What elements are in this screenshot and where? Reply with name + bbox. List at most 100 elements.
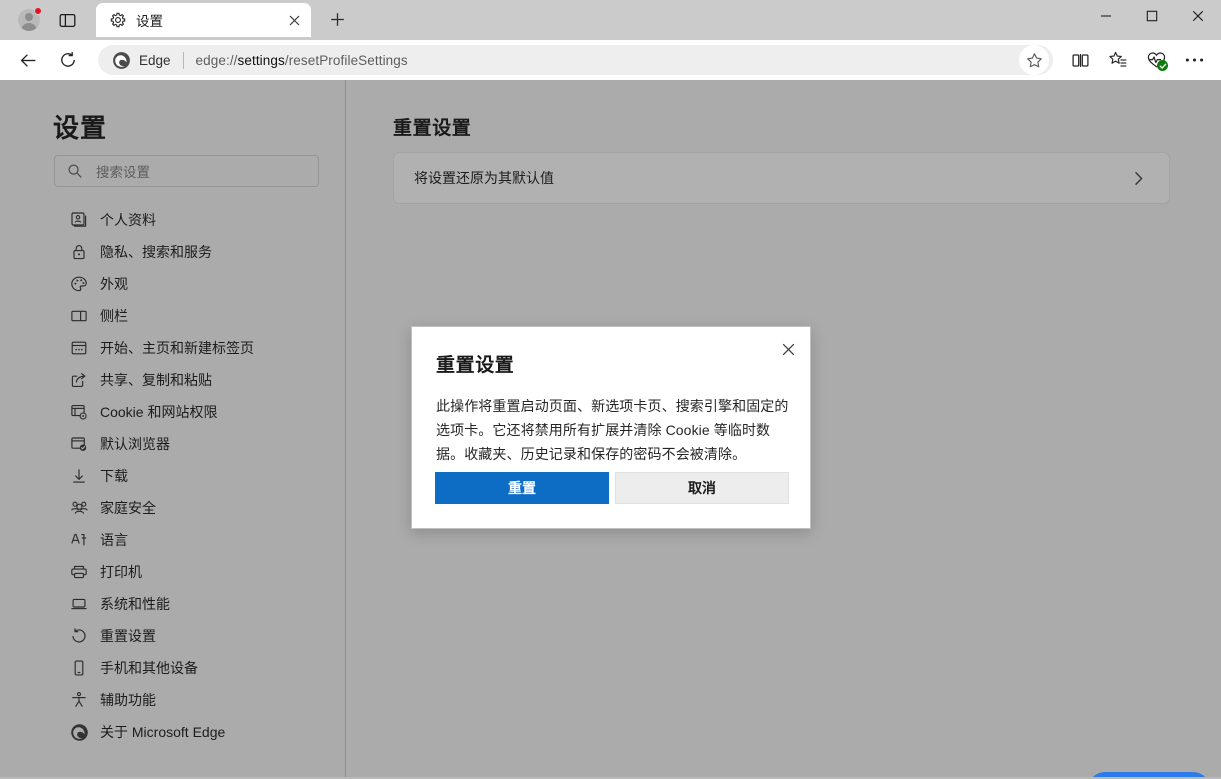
back-button[interactable] (11, 43, 45, 77)
restore-defaults-label: 将设置还原为其默认值 (414, 170, 554, 186)
cookie-permissions-icon (69, 402, 89, 422)
split-screen-icon (1071, 51, 1090, 70)
sidebar-item-label: 辅助功能 (100, 692, 156, 708)
chevron-right-icon (1127, 167, 1149, 189)
sidebar-item-label: 语言 (100, 532, 128, 548)
minimize-button[interactable] (1083, 0, 1129, 32)
sidebar-panel-icon (69, 306, 89, 326)
default-browser-icon (69, 434, 89, 454)
dialog-title: 重置设置 (436, 355, 515, 376)
omnibox-brand-label: Edge (139, 52, 171, 68)
sidebar-item-label: 开始、主页和新建标签页 (100, 340, 254, 356)
address-bar[interactable]: Edge edge://settings/resetProfileSetting… (98, 45, 1053, 75)
sidebar-title: 设置 (53, 113, 108, 143)
sidebar-nav: 个人资料 隐私、搜索和服务 外观 侧栏 开始、主页和新建标签页 共享、复制和粘贴… (0, 204, 345, 748)
sidebar-item-label: 手机和其他设备 (100, 660, 198, 676)
gear-icon (110, 12, 126, 28)
address-input[interactable]: edge://settings/resetProfileSettings (196, 53, 1015, 68)
sidebar-item-label: 个人资料 (100, 212, 156, 228)
refresh-button[interactable] (51, 43, 85, 77)
close-button[interactable] (1175, 0, 1221, 32)
settings-sidebar: 设置 搜索设置 个人资料 隐私、搜索和服务 外观 侧栏 开始、主页和新建标签页 … (0, 80, 345, 779)
sidebar-item-start-home-newtab[interactable]: 开始、主页和新建标签页 (0, 332, 345, 364)
dialog-close-button[interactable] (774, 335, 802, 363)
lock-icon (69, 242, 89, 262)
profile-card-icon (69, 210, 89, 230)
sidebar-item-languages[interactable]: 语言 (0, 524, 345, 556)
search-icon (67, 163, 83, 179)
sidebar-item-accessibility[interactable]: 辅助功能 (0, 684, 345, 716)
sidebar-item-privacy[interactable]: 隐私、搜索和服务 (0, 236, 345, 268)
favorites-button[interactable] (1101, 43, 1135, 77)
omnibox-brand: Edge (112, 51, 171, 70)
title-bar: 设置 (0, 0, 1221, 40)
sidebar-item-label: 系统和性能 (100, 596, 170, 612)
sidebar-item-cookies-permissions[interactable]: Cookie 和网站权限 (0, 396, 345, 428)
sidebar-item-label: 隐私、搜索和服务 (100, 244, 212, 260)
sidebar-item-downloads[interactable]: 下载 (0, 460, 345, 492)
sidebar-item-system-performance[interactable]: 系统和性能 (0, 588, 345, 620)
url-host: settings (237, 52, 285, 68)
browser-essentials-button[interactable] (1139, 43, 1173, 77)
red-dot-badge (34, 7, 42, 15)
sidebar-item-printers[interactable]: 打印机 (0, 556, 345, 588)
sidebar-item-label: 打印机 (100, 564, 142, 580)
sidebar-item-label: 重置设置 (100, 628, 156, 644)
tab-settings[interactable]: 设置 (96, 3, 311, 37)
sidebar-item-about-edge[interactable]: 关于 Microsoft Edge (0, 716, 345, 748)
sidebar-item-appearance[interactable]: 外观 (0, 268, 345, 300)
sidebar-item-label: 默认浏览器 (100, 436, 170, 452)
window-dots-icon (69, 338, 89, 358)
sidebar-item-family-safety[interactable]: 家庭安全 (0, 492, 345, 524)
sidebar-item-phone-devices[interactable]: 手机和其他设备 (0, 652, 345, 684)
avatar (14, 5, 44, 35)
add-favorite-button[interactable] (1019, 45, 1049, 75)
tab-strip-left: 设置 (0, 0, 353, 40)
reset-button[interactable]: 重置 (435, 472, 609, 504)
edge-logo-icon (112, 51, 131, 70)
share-icon (69, 370, 89, 390)
tab-actions-button[interactable] (50, 5, 84, 35)
page-title: 重置设置 (393, 118, 472, 139)
sidebar-item-sidebar[interactable]: 侧栏 (0, 300, 345, 332)
reset-settings-dialog: 重置设置 此操作将重置启动页面、新选项卡页、搜索引擎和固定的选项卡。它还将禁用所… (411, 326, 811, 529)
sidebar-item-label: Cookie 和网站权限 (100, 404, 218, 420)
omnibox-separator (182, 51, 184, 69)
language-icon (69, 530, 89, 550)
printer-icon (69, 562, 89, 582)
navigation-bar: Edge edge://settings/resetProfileSetting… (0, 40, 1221, 80)
tab-close-button[interactable] (283, 9, 305, 31)
sidebar-item-label: 共享、复制和粘贴 (100, 372, 212, 388)
cancel-button[interactable]: 取消 (615, 472, 789, 504)
url-path: /resetProfileSettings (284, 52, 408, 68)
edge-logo-icon (69, 722, 89, 742)
settings-and-more-icon (1185, 57, 1204, 63)
tab-title: 设置 (136, 14, 163, 29)
refresh-icon (59, 51, 77, 69)
green-check-badge (1157, 60, 1168, 71)
sidebar-item-label: 外观 (100, 276, 128, 292)
phone-icon (69, 658, 89, 678)
url-scheme: edge:// (195, 52, 238, 68)
browser-window: 设置 Edge edge://settings/resetProfileSett… (0, 0, 1221, 779)
search-settings-input[interactable]: 搜索设置 (54, 155, 319, 187)
download-icon (69, 466, 89, 486)
favorites-icon (1108, 50, 1128, 70)
sidebar-item-default-browser[interactable]: 默认浏览器 (0, 428, 345, 460)
sidebar-item-share-copy-paste[interactable]: 共享、复制和粘贴 (0, 364, 345, 396)
maximize-button[interactable] (1129, 0, 1175, 32)
sidebar-item-label: 侧栏 (100, 308, 128, 324)
family-safety-icon (69, 498, 89, 518)
reset-icon (69, 626, 89, 646)
window-controls (1083, 0, 1221, 32)
sidebar-item-reset-settings[interactable]: 重置设置 (0, 620, 345, 652)
profile-button[interactable] (12, 5, 46, 35)
search-placeholder: 搜索设置 (96, 165, 150, 180)
restore-defaults-row[interactable]: 将设置还原为其默认值 (393, 152, 1170, 204)
sidebar-item-label: 下载 (100, 468, 128, 484)
settings-and-more-button[interactable] (1177, 43, 1211, 77)
new-tab-button[interactable] (321, 3, 353, 35)
sidebar-item-profiles[interactable]: 个人资料 (0, 204, 345, 236)
split-screen-button[interactable] (1063, 43, 1097, 77)
sidebar-item-label: 关于 Microsoft Edge (100, 724, 226, 740)
